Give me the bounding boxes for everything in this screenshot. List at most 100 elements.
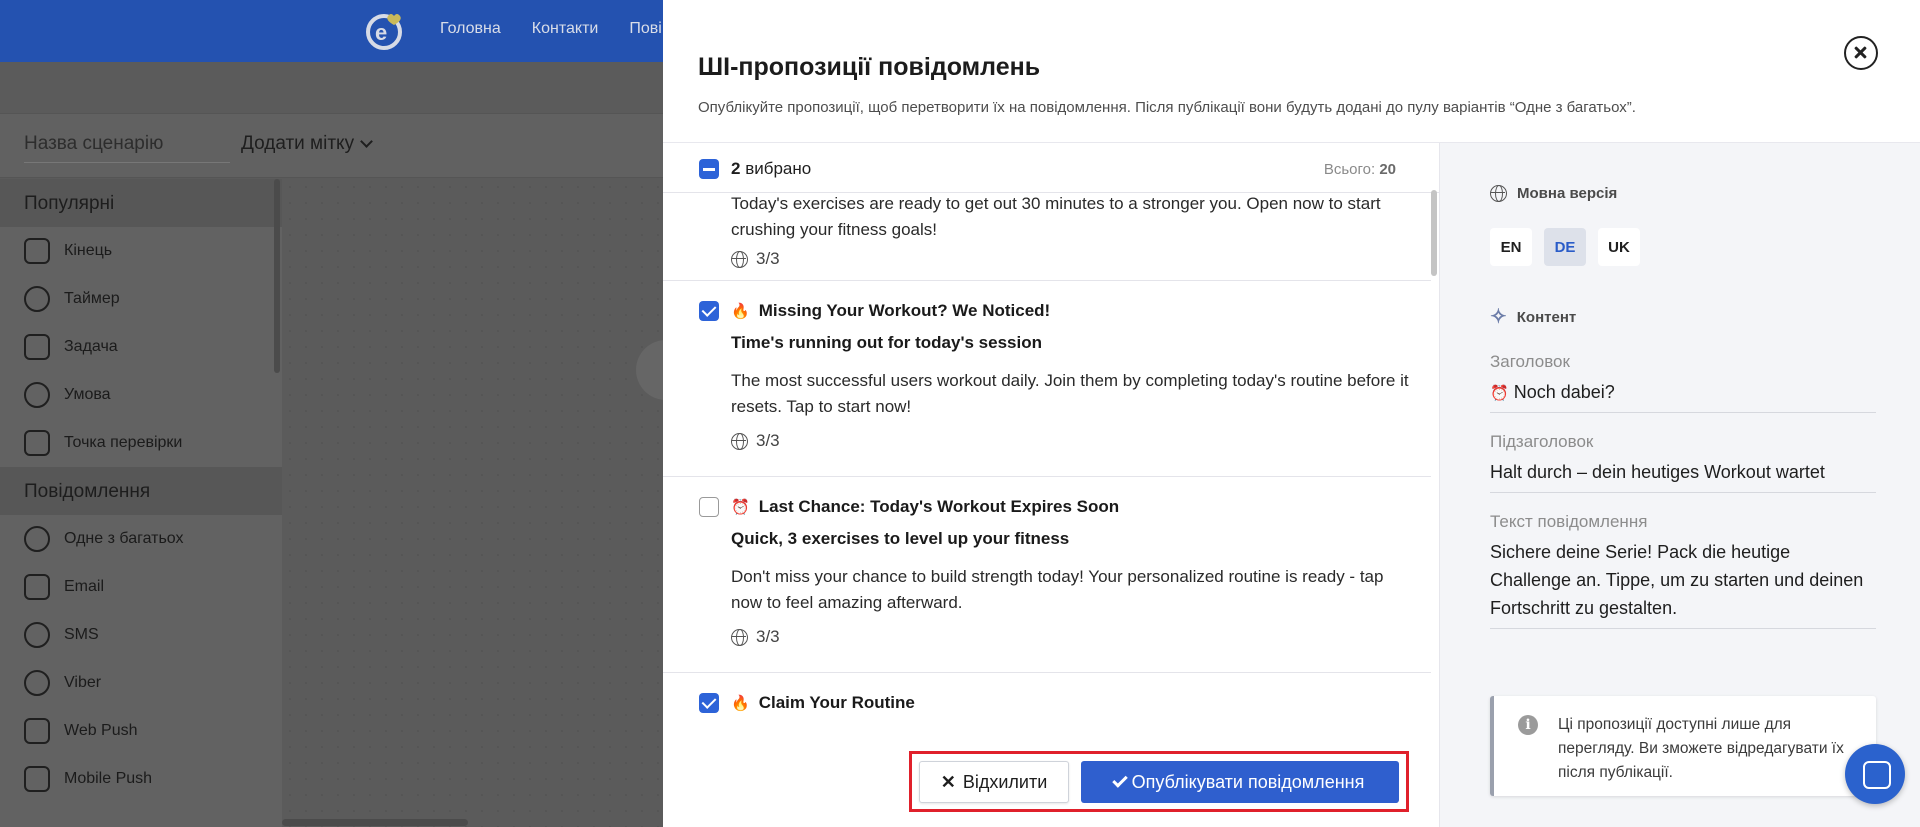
sidebar-item-web-push[interactable]: Web Push	[0, 707, 282, 755]
publish-button[interactable]: Опублікувати повідомлення	[1081, 761, 1399, 803]
sidebar-item-label: Web Push	[64, 722, 138, 739]
suggestion-checkbox[interactable]	[699, 301, 719, 321]
chat-support-button[interactable]	[1845, 744, 1905, 804]
globe-icon	[1490, 185, 1507, 202]
globe-icon	[731, 628, 748, 646]
sidebar-item-condition[interactable]: Умова	[0, 371, 282, 419]
sidebar-item-mobile-push[interactable]: Mobile Push	[0, 755, 282, 803]
sidebar-item-sms[interactable]: SMS	[0, 611, 282, 659]
sidebar-item-label: Mobile Push	[64, 770, 153, 787]
total-count-label: Всього:	[1323, 161, 1376, 178]
sidebar-item-task[interactable]: Задача	[0, 323, 282, 371]
sidebar-item-label: Точка перевірки	[64, 434, 183, 451]
sidebar-item-label: Viber	[64, 674, 102, 691]
drawer-footer: ✕ Відхилити Опублікувати повідомлення	[663, 728, 1439, 827]
lang-chip-de[interactable]: DE	[1544, 228, 1586, 266]
suggestion-title-text: Missing Your Workout? We Noticed!	[758, 301, 1051, 320]
select-all-checkbox[interactable]	[699, 159, 719, 179]
reject-button-label: Відхилити	[962, 771, 1048, 792]
close-button[interactable]	[1844, 36, 1878, 70]
sidebar-item-checkpoint[interactable]: Точка перевірки	[0, 419, 282, 467]
read-only-info-text: Ці пропозиції доступні лише для перегляд…	[1558, 716, 1844, 781]
nav-item-contacts[interactable]: Контакти	[532, 20, 599, 38]
heading-field-value: ⏰ Noch dabei?	[1490, 378, 1876, 413]
scenario-name-input[interactable]: Назва сценарію	[24, 133, 230, 163]
suggestions-scroll-area[interactable]: Today's exercises are ready to get out 3…	[663, 193, 1431, 728]
suggestion-title: 🔥 Missing Your Workout? We Noticed!	[731, 301, 1050, 321]
message-text-field-value: Sichere deine Serie! Pack die heutige Ch…	[1490, 538, 1876, 629]
drawer-subtitle: Опублікуйте пропозиції, щоб перетворити …	[698, 99, 1636, 116]
sidebar-item-end[interactable]: Кінець	[0, 227, 282, 275]
ai-suggestions-drawer: ШІ-пропозиції повідомлень Опублікуйте пр…	[663, 0, 1920, 827]
suggestion-body: Today's exercises are ready to get out 3…	[731, 194, 1381, 239]
suggestion-languages-count: 3/3	[756, 431, 780, 450]
suggestion-languages: 3/3	[731, 627, 780, 647]
alarm-clock-icon: ⏰	[731, 498, 750, 516]
suggestion-subtitle: Time's running out for today's session	[731, 333, 1042, 352]
sidebar-item-timer[interactable]: Таймер	[0, 275, 282, 323]
suggestions-list: 2 вибрано Всього: 20 Today's exercises a…	[663, 143, 1439, 827]
viber-icon	[24, 670, 50, 696]
suggestion-card[interactable]: 🔥 Claim Your Routine	[663, 673, 1431, 728]
language-switcher: EN DE UK	[1490, 228, 1640, 266]
globe-icon	[731, 250, 748, 268]
suggestion-checkbox[interactable]	[699, 693, 719, 713]
selected-count: 2 вибрано	[731, 159, 811, 179]
sidebar-scrollbar[interactable]	[274, 179, 280, 373]
read-only-info-box: i Ці пропозиції доступні лише для перегл…	[1490, 696, 1876, 796]
suggestion-languages-count: 3/3	[756, 249, 780, 268]
suggestion-body: The most successful users workout daily.…	[731, 371, 1409, 416]
nav-item-home[interactable]: Головна	[440, 20, 501, 38]
one-of-many-icon	[24, 526, 50, 552]
suggestion-card[interactable]: ⏰ Last Chance: Today's Workout Expires S…	[663, 477, 1431, 673]
sms-icon	[24, 622, 50, 648]
reject-button[interactable]: ✕ Відхилити	[919, 761, 1069, 803]
content-label: Контент	[1516, 308, 1577, 326]
language-version-label: Мовна версія	[1517, 185, 1618, 202]
sidebar-item-label: Таймер	[64, 290, 120, 307]
sidebar-item-viber[interactable]: Viber	[0, 659, 282, 707]
top-nav: Головна Контакти Пові	[440, 20, 662, 38]
canvas-horizontal-scrollbar[interactable]	[282, 819, 468, 826]
content-heading: ✧ Контент	[1490, 307, 1576, 327]
selected-count-label: вибрано	[745, 159, 812, 178]
drawer-title: ШІ-пропозиції повідомлень	[698, 53, 1041, 81]
total-count: Всього: 20	[1324, 161, 1396, 178]
mobile-push-icon	[24, 766, 50, 792]
top-navigation-bar: e Головна Контакти Пові	[0, 0, 663, 62]
suggestion-body: Don't miss your chance to build strength…	[731, 567, 1384, 612]
suggestion-title: 🔥 Claim Your Routine	[731, 693, 915, 713]
sidebar-section-popular: Популярні	[0, 179, 282, 227]
suggestion-card[interactable]: Today's exercises are ready to get out 3…	[663, 193, 1431, 281]
suggestion-title: ⏰ Last Chance: Today's Workout Expires S…	[731, 497, 1119, 517]
suggestion-languages: 3/3	[731, 249, 780, 269]
suggestion-title-text: Last Chance: Today's Workout Expires Soo…	[758, 497, 1120, 516]
suggestion-languages-count: 3/3	[756, 627, 780, 646]
sidebar-item-email[interactable]: Email	[0, 563, 282, 611]
suggestion-card[interactable]: 🔥 Missing Your Workout? We Noticed! Time…	[663, 281, 1431, 477]
lang-chip-uk[interactable]: UK	[1598, 228, 1640, 266]
web-push-icon	[24, 718, 50, 744]
nav-item-messages[interactable]: Пові	[629, 20, 661, 38]
task-icon	[24, 334, 50, 360]
canvas-grid	[282, 179, 663, 827]
sidebar-item-label: Email	[64, 578, 105, 595]
suggestion-languages: 3/3	[731, 431, 780, 451]
suggestion-checkbox[interactable]	[699, 497, 719, 517]
alarm-clock-icon: ⏰	[1490, 385, 1509, 402]
node-sidebar: Популярні Кінець Таймер Задача Умова Точ…	[0, 179, 282, 827]
sidebar-item-one-of-many[interactable]: Одне з багатьох	[0, 515, 282, 563]
suggestion-title-text: Claim Your Routine	[758, 693, 915, 712]
message-text-field-label: Текст повідомлення	[1490, 512, 1648, 531]
checkpoint-icon	[24, 430, 50, 456]
drawer-header: ШІ-пропозиції повідомлень Опублікуйте пр…	[663, 0, 1920, 143]
sparkle-icon: ✧	[1490, 306, 1507, 328]
info-icon: i	[1518, 715, 1538, 735]
fire-icon: 🔥	[731, 302, 750, 320]
heading-field-label: Заголовок	[1490, 352, 1570, 371]
subheading-field-value: Halt durch – dein heutiges Workout warte…	[1490, 458, 1876, 493]
add-tag-dropdown[interactable]: Додати мітку	[241, 133, 373, 155]
sidebar-item-label: Умова	[64, 386, 111, 403]
list-scrollbar[interactable]	[1431, 190, 1437, 276]
lang-chip-en[interactable]: EN	[1490, 228, 1532, 266]
